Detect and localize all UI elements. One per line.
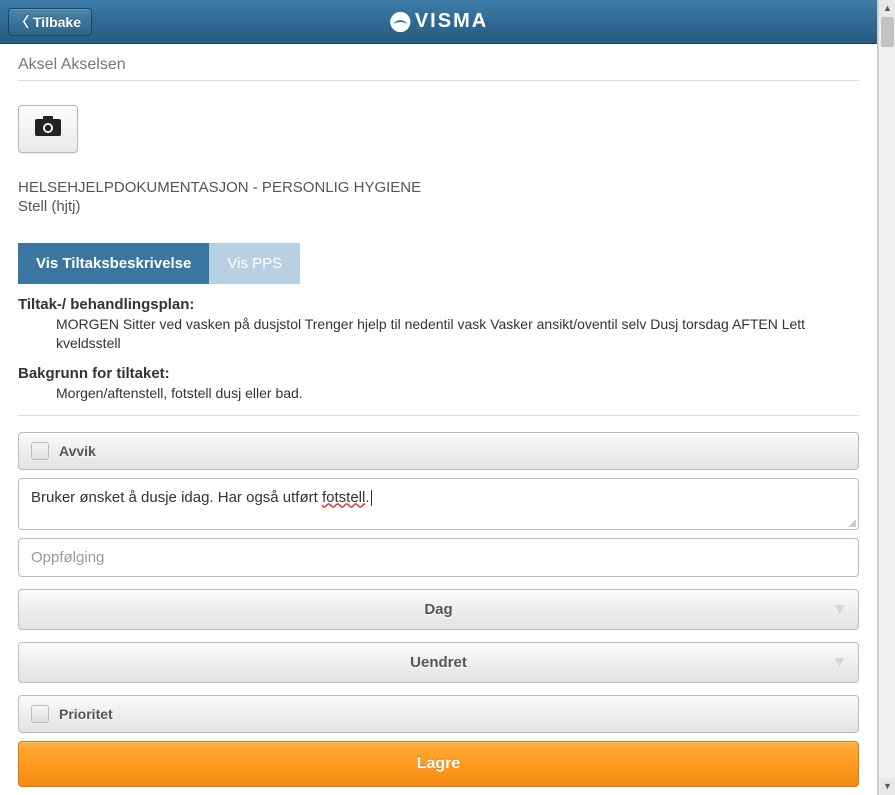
shift-select-value: Dag <box>424 601 452 618</box>
note-text-after: . <box>365 489 369 506</box>
note-textarea[interactable]: Bruker ønsket å dusje idag. Har også utf… <box>18 478 859 530</box>
divider <box>18 415 859 416</box>
avvik-checkbox[interactable] <box>31 442 49 460</box>
document-title: HELSEHJELPDOKUMENTASJON - PERSONLIG HYGI… <box>18 179 859 196</box>
text-cursor <box>371 490 372 506</box>
chevron-down-icon: ▾ <box>835 599 844 620</box>
scroll-down-arrow-icon[interactable]: ▼ <box>879 778 895 795</box>
tab-pps[interactable]: Vis PPS <box>209 243 300 284</box>
chevron-left-icon: 〈 <box>15 15 29 29</box>
patient-name: Aksel Akselsen <box>18 56 859 81</box>
priority-label: Prioritet <box>59 706 113 722</box>
document-subtitle: Stell (hjtj) <box>18 198 859 215</box>
status-select-value: Uendret <box>410 654 467 671</box>
shift-select[interactable]: Dag ▾ <box>18 589 859 630</box>
tabs: Vis Tiltaksbeskrivelse Vis PPS <box>18 243 859 284</box>
brand-logo: VISMA <box>389 10 488 33</box>
save-button-label: Lagre <box>417 755 461 772</box>
resize-handle-icon[interactable] <box>846 517 856 527</box>
priority-row[interactable]: Prioritet <box>18 695 859 733</box>
priority-checkbox[interactable] <box>31 705 49 723</box>
avvik-row[interactable]: Avvik <box>18 432 859 470</box>
plan-label: Tiltak-/ behandlingsplan: <box>18 296 859 313</box>
scroll-up-arrow-icon[interactable]: ▲ <box>879 0 895 17</box>
background-body: Morgen/aftenstell, fotstell dusj eller b… <box>18 384 859 403</box>
back-button[interactable]: 〈 Tilbake <box>8 8 92 36</box>
vertical-scrollbar[interactable]: ▲ ▼ <box>878 0 895 795</box>
visma-logo-icon <box>389 11 411 33</box>
status-select[interactable]: Uendret ▾ <box>18 642 859 683</box>
avvik-label: Avvik <box>59 443 96 459</box>
plan-body: MORGEN Sitter ved vasken på dusjstol Tre… <box>18 315 859 353</box>
scrollbar-thumb[interactable] <box>881 17 894 47</box>
background-label: Bakgrunn for tiltaket: <box>18 365 859 382</box>
tab-tiltaksbeskrivelse[interactable]: Vis Tiltaksbeskrivelse <box>18 243 209 284</box>
save-button[interactable]: Lagre <box>18 741 859 787</box>
followup-input[interactable] <box>18 538 859 577</box>
app-header: 〈 Tilbake VISMA <box>0 0 877 44</box>
chevron-down-icon: ▾ <box>835 652 844 673</box>
note-text-before: Bruker ønsket å dusje idag. Har også utf… <box>31 489 322 506</box>
note-misspelled-word: fotstell <box>322 489 365 506</box>
camera-button[interactable] <box>18 105 78 153</box>
brand-logo-text: VISMA <box>415 10 488 33</box>
camera-icon <box>34 115 62 144</box>
back-button-label: Tilbake <box>33 14 81 30</box>
